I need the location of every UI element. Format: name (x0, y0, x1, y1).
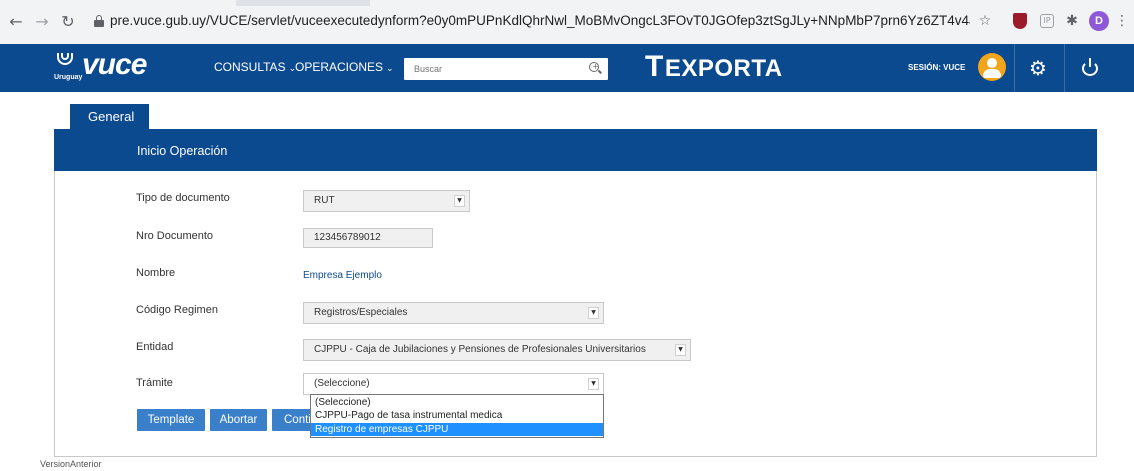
profile-avatar[interactable]: D (1089, 11, 1109, 31)
lock-icon[interactable] (94, 15, 104, 27)
kebab-menu-icon[interactable]: ⋮ (1113, 12, 1131, 30)
codigo-regimen-label: Código Regimen (136, 304, 218, 316)
dropdown-caret-icon: ▼ (675, 344, 686, 356)
logo-subtitle: Uruguay (54, 74, 83, 81)
dropdown-option[interactable]: CJPPU-Pago de tasa instrumental medica (311, 409, 603, 422)
menu-consultas-label: CONSULTAS (214, 60, 286, 74)
search-icon[interactable]: + (588, 61, 602, 75)
entidad-label: Entidad (136, 341, 174, 353)
tab-general[interactable]: General (70, 104, 149, 130)
codigo-regimen-select[interactable]: Registros/Especiales ▼ (303, 302, 604, 324)
user-avatar[interactable] (978, 53, 1006, 81)
browser-tab-strip (0, 0, 1134, 6)
shield-extension-icon[interactable] (1013, 13, 1027, 29)
nombre-label: Nombre (136, 267, 176, 279)
tramite-dropdown-list: (Seleccione) CJPPU-Pago de tasa instrume… (310, 394, 604, 438)
panel-header: Inicio Operación (54, 129, 1097, 171)
tipo-documento-label: Tipo de documento (136, 192, 230, 204)
exporta-logo-letter: T (645, 50, 664, 83)
dropdown-caret-icon: ▼ (454, 195, 465, 207)
vuce-logo[interactable]: Uruguay vuce (54, 48, 174, 86)
extension-icon[interactable]: IP (1040, 14, 1054, 28)
menu-consultas[interactable]: CONSULTAS ⌄ (214, 60, 296, 74)
tramite-label: Trámite (136, 377, 173, 389)
chevron-down-icon: ⌄ (386, 63, 394, 73)
nro-documento-label: Nro Documento (136, 230, 214, 242)
browser-toolbar: ← → ↻ pre.vuce.gub.uy/VUCE/servlet/vucee… (0, 0, 1134, 44)
nombre-value: Empresa Ejemplo (303, 270, 382, 281)
tipo-documento-select[interactable]: RUT ▼ (303, 190, 470, 212)
dropdown-option-highlighted[interactable]: Registro de empresas CJPPU (311, 423, 603, 436)
power-icon[interactable] (1080, 57, 1100, 77)
gear-icon[interactable]: ⚙ (1026, 56, 1050, 80)
logo-wordmark: vuce (82, 48, 147, 81)
version-anterior-link[interactable]: VersionAnterior (40, 459, 102, 469)
exporta-logo[interactable]: TEXPORTA (645, 50, 783, 84)
abortar-button[interactable]: Abortar (210, 409, 267, 431)
menu-operaciones-label: OPERACIONES (295, 60, 384, 74)
app-header: Uruguay vuce CONSULTAS⌄ OPERACIONES⌄ + T… (0, 44, 1134, 92)
puzzle-icon[interactable]: ✱ (1063, 12, 1081, 30)
url-text[interactable]: pre.vuce.gub.uy/VUCE/servlet/vuceexecute… (110, 13, 970, 28)
dropdown-caret-icon: ▼ (588, 378, 599, 390)
entidad-value: CJPPU - Caja de Jubilaciones y Pensiones… (314, 344, 646, 355)
session-label: SESIÓN: VUCE (908, 63, 966, 72)
nro-documento-field[interactable]: 123456789012 (303, 228, 433, 248)
header-divider (1014, 44, 1015, 92)
tramite-value: (Seleccione) (314, 378, 370, 389)
menu-operaciones[interactable]: OPERACIONES ⌄ (295, 60, 394, 74)
search-box: + (404, 58, 608, 80)
back-arrow-icon[interactable]: ← (6, 12, 26, 32)
header-divider (1064, 44, 1065, 92)
entidad-select[interactable]: CJPPU - Caja de Jubilaciones y Pensiones… (303, 339, 691, 361)
tipo-documento-value: RUT (314, 195, 335, 206)
exporta-logo-text: EXPORTA (664, 55, 783, 82)
search-input[interactable] (404, 58, 584, 80)
codigo-regimen-value: Registros/Especiales (314, 307, 408, 318)
reload-icon[interactable]: ↻ (58, 12, 78, 32)
template-button[interactable]: Template (137, 409, 205, 431)
uruguay-emblem-icon (54, 51, 76, 73)
dropdown-option[interactable]: (Seleccione) (311, 396, 603, 409)
panel-title: Inicio Operación (137, 144, 228, 158)
tramite-select[interactable]: (Seleccione) ▼ (303, 373, 604, 395)
star-icon[interactable]: ☆ (976, 12, 994, 30)
dropdown-caret-icon: ▼ (588, 307, 599, 319)
forward-arrow-icon[interactable]: → (32, 12, 52, 32)
address-bar[interactable]: pre.vuce.gub.uy/VUCE/servlet/vuceexecute… (94, 10, 994, 34)
